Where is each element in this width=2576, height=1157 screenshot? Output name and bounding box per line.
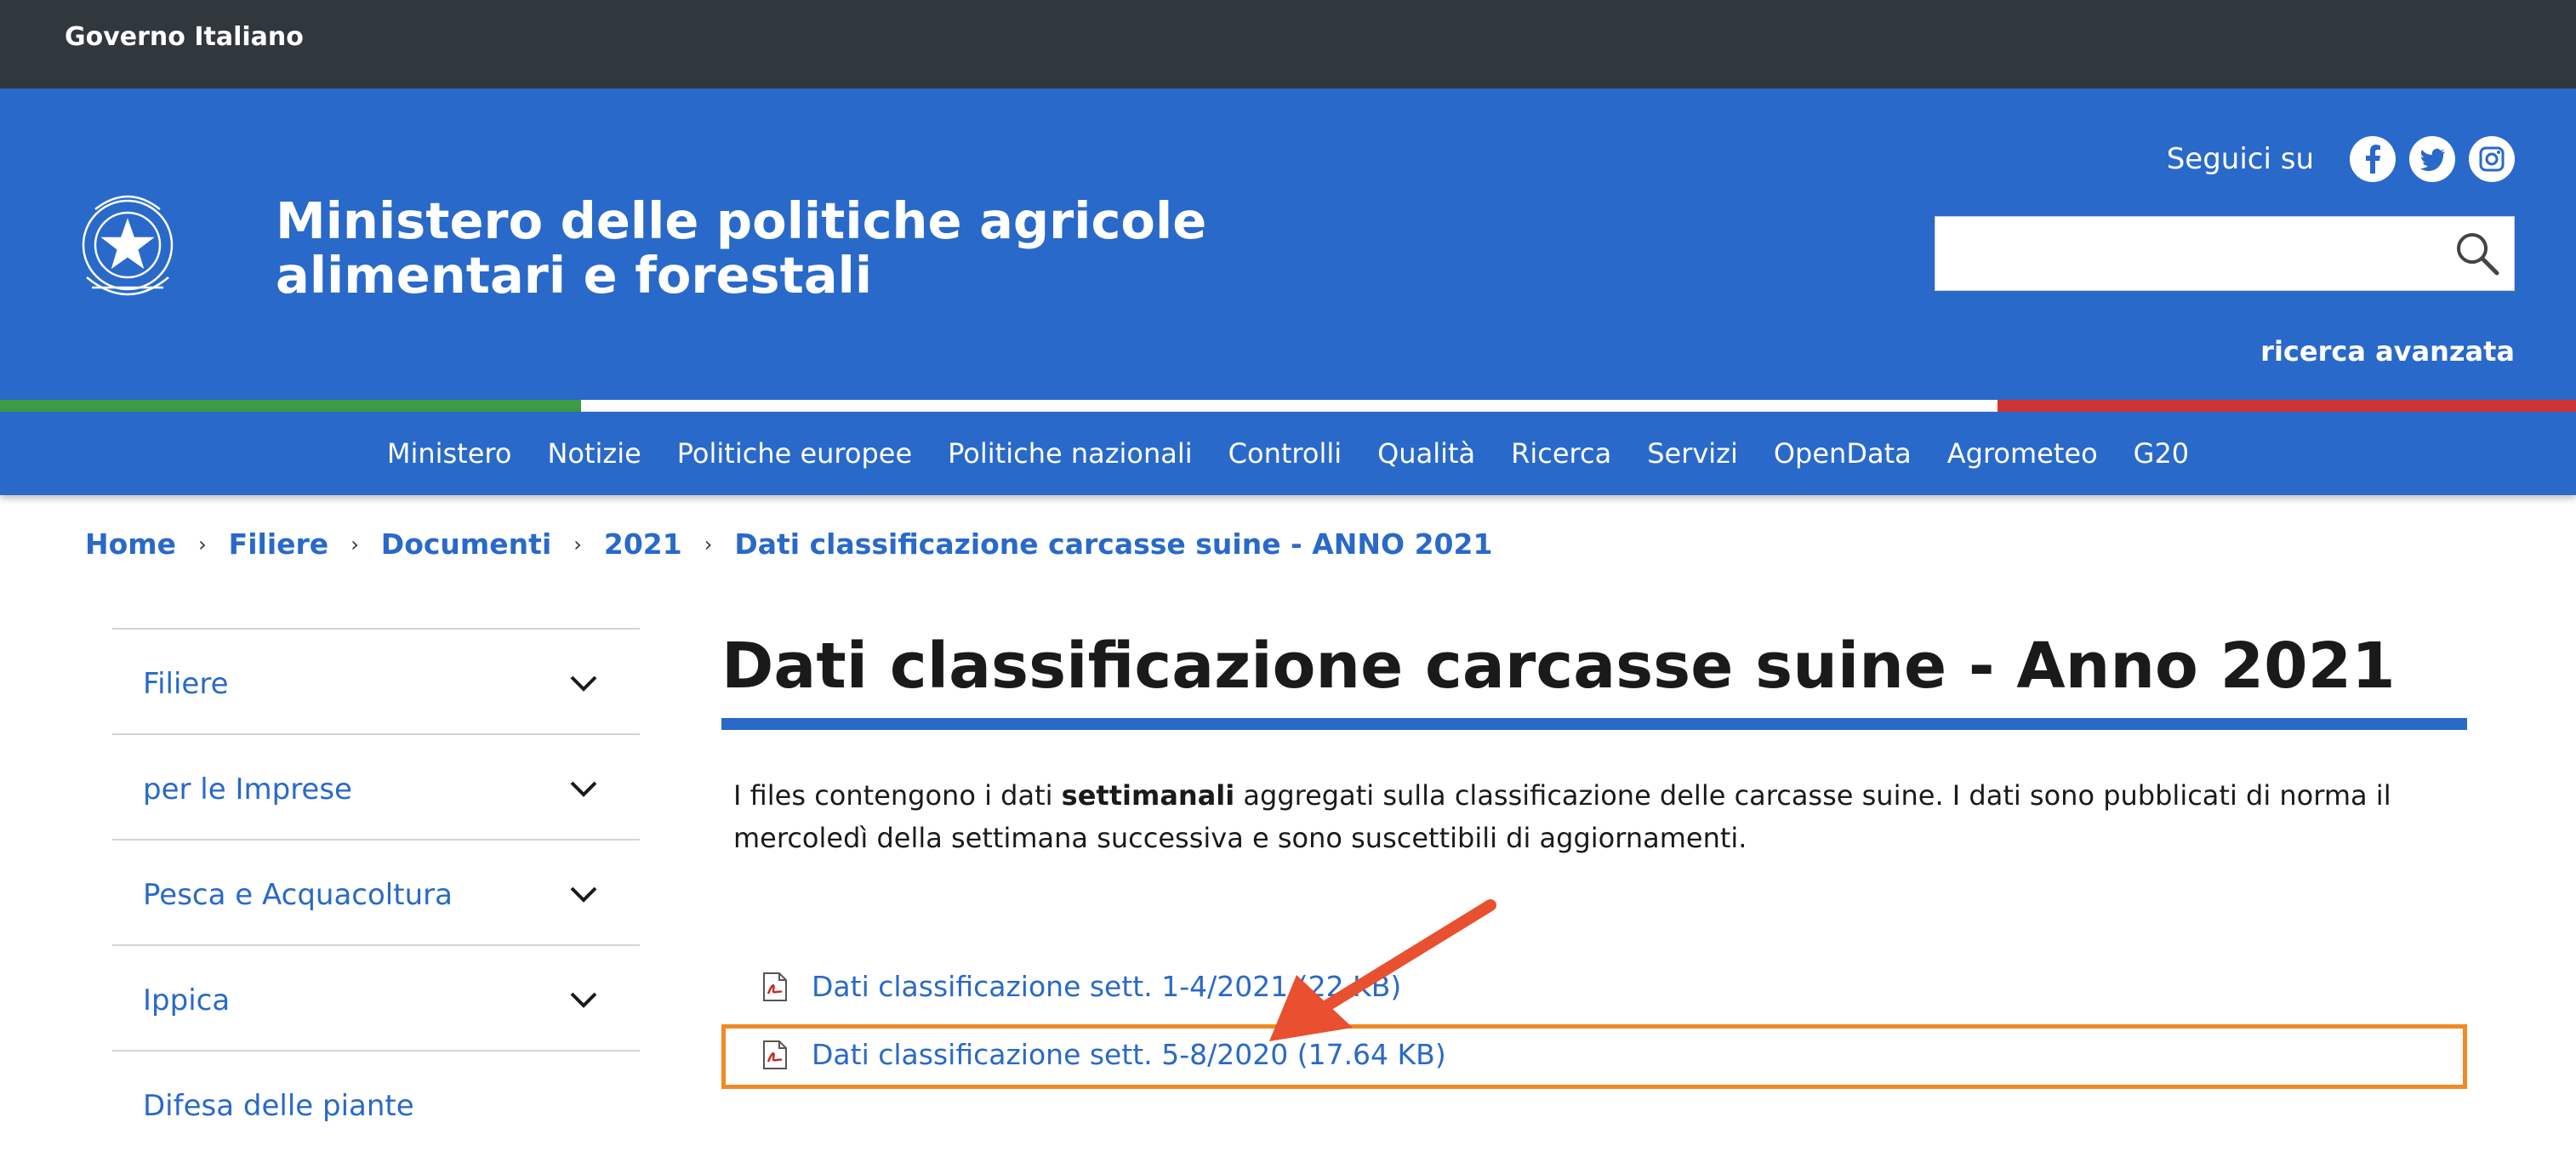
pdf-file-icon <box>763 1040 787 1069</box>
nav-item-ministero[interactable]: Ministero <box>387 437 512 470</box>
nav-item-ricerca[interactable]: Ricerca <box>1511 437 1611 470</box>
nav-item-politiche-nazionali[interactable]: Politiche nazionali <box>948 437 1193 470</box>
twitter-icon[interactable] <box>2409 136 2455 182</box>
search-box <box>1935 216 2515 291</box>
document-link-1[interactable]: Dati classificazione sett. 1-4/2021 (22 … <box>761 970 1401 1003</box>
tricolor-green <box>0 400 581 412</box>
sidebar-item-label: Difesa delle piante <box>143 1089 414 1123</box>
chevron-down-icon[interactable] <box>568 987 599 1012</box>
breadcrumb-separator-icon: › <box>573 532 582 556</box>
tricolor-red <box>1998 400 2576 412</box>
chevron-down-icon[interactable] <box>568 881 599 907</box>
sidebar-item-label: Filiere <box>143 667 229 701</box>
ministry-title-line2: alimentari e forestali <box>276 246 873 305</box>
government-label[interactable]: Governo Italiano <box>65 22 304 52</box>
sidebar-item-filiere[interactable]: Filiere <box>112 628 640 733</box>
ministry-title-line1: Ministero delle politiche agricole <box>276 191 1207 250</box>
breadcrumb-2021[interactable]: 2021 <box>604 527 682 561</box>
intro-text-part: I files contengono i dati <box>733 779 1062 812</box>
follow-label: Seguici su <box>2166 142 2314 176</box>
chevron-down-icon[interactable] <box>568 670 599 696</box>
sidebar-item-difesa-delle-piante[interactable]: Difesa delle piante <box>112 1050 640 1155</box>
nav-item-g20[interactable]: G20 <box>2134 437 2190 470</box>
nav-item-opendata[interactable]: OpenData <box>1774 437 1912 470</box>
facebook-icon[interactable] <box>2350 136 2396 182</box>
intro-text: I files contengono i dati settimanali ag… <box>733 774 2443 859</box>
breadcrumb-separator-icon: › <box>198 532 207 556</box>
breadcrumb-separator-icon: › <box>704 532 713 556</box>
nav-item-politiche-europee[interactable]: Politiche europee <box>677 437 912 470</box>
instagram-icon[interactable] <box>2469 136 2515 182</box>
pdf-file-icon <box>763 972 787 1001</box>
breadcrumb-documenti[interactable]: Documenti <box>381 527 551 561</box>
italian-emblem-icon[interactable] <box>70 184 185 311</box>
sidebar-item-label: per le Imprese <box>143 772 352 806</box>
document-link-2[interactable]: Dati classificazione sett. 5-8/2020 (17.… <box>761 1038 1446 1071</box>
title-underline <box>721 718 2467 730</box>
nav-item-qualita[interactable]: Qualità <box>1377 437 1475 470</box>
search-icon[interactable] <box>2453 229 2502 278</box>
nav-item-notizie[interactable]: Notizie <box>547 437 641 470</box>
intro-text-bold: settimanali <box>1061 779 1235 812</box>
sidebar-item-label: Pesca e Acquacoltura <box>143 878 453 912</box>
social-links: Seguici su <box>2167 136 2515 182</box>
breadcrumb-separator-icon: › <box>350 532 359 556</box>
main-nav: Ministero Notizie Politiche europee Poli… <box>0 412 2576 495</box>
sidebar-item-pesca-e-acquacoltura[interactable]: Pesca e Acquacoltura <box>112 839 640 944</box>
ministry-title[interactable]: Ministero delle politiche agricole alime… <box>276 194 1211 303</box>
sidebar-menu: Filiere per le Imprese Pesca e Acquacolt… <box>112 628 640 1155</box>
document-link-label[interactable]: Dati classificazione sett. 1-4/2021 (22 … <box>812 970 1401 1003</box>
chevron-down-icon[interactable] <box>568 776 599 801</box>
page-title: Dati classificazione carcasse suine - An… <box>721 630 2396 703</box>
nav-item-servizi[interactable]: Servizi <box>1647 437 1738 470</box>
search-input[interactable] <box>1935 217 2446 290</box>
breadcrumb-home[interactable]: Home <box>85 527 176 561</box>
document-link-label[interactable]: Dati classificazione sett. 5-8/2020 (17.… <box>812 1038 1446 1071</box>
breadcrumb: Home › Filiere › Documenti › 2021 › Dati… <box>85 527 1492 561</box>
breadcrumb-filiere[interactable]: Filiere <box>229 527 329 561</box>
advanced-search-link[interactable]: ricerca avanzata <box>2260 335 2515 368</box>
sidebar-item-ippica[interactable]: Ippica <box>112 944 640 1050</box>
tricolor-white <box>581 400 1998 412</box>
sidebar-item-label: Ippica <box>143 983 231 1017</box>
site-header: Ministero delle politiche agricole alime… <box>0 88 2576 400</box>
tricolor-stripe <box>0 400 2576 412</box>
government-bar: Governo Italiano <box>0 0 2576 88</box>
nav-item-controlli[interactable]: Controlli <box>1228 437 1342 470</box>
breadcrumb-current[interactable]: Dati classificazione carcasse suine - AN… <box>734 527 1492 561</box>
sidebar-item-per-le-imprese[interactable]: per le Imprese <box>112 733 640 839</box>
nav-item-agrometeo[interactable]: Agrometeo <box>1947 437 2098 470</box>
